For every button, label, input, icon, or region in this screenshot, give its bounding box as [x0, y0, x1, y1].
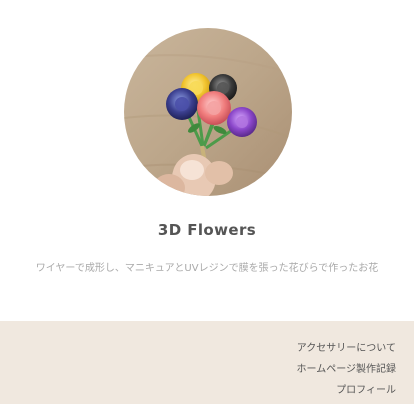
profile-image	[124, 28, 292, 196]
collection-description: ワイヤーで成形し、マニキュアとUVレジンで膜を張った花びらで作ったお花	[35, 263, 379, 274]
collection-title: 3D Flowers	[157, 221, 257, 239]
footer-link-list: アクセサリーについて ホームページ製作記録 プロフィール	[297, 335, 397, 398]
footer-item-profile: プロフィール	[297, 377, 396, 398]
homepage-log-link[interactable]: ホームページ製作記録	[297, 364, 397, 375]
footer-item-accessories: アクセサリーについて	[297, 335, 396, 356]
flower-bouquet-image	[124, 28, 292, 196]
accessories-link[interactable]: アクセサリーについて	[297, 343, 396, 354]
hero-section: 3D Flowers ワイヤーで成形し、マニキュアとUVレジンで膜を張った花びら…	[0, 0, 414, 321]
footer-navigation: アクセサリーについて ホームページ製作記録 プロフィール	[0, 321, 414, 404]
footer-item-homepage-log: ホームページ製作記録	[297, 356, 397, 377]
pink-flower	[197, 91, 231, 125]
navy-flower	[166, 88, 198, 120]
profile-link[interactable]: プロフィール	[336, 385, 396, 396]
purple-flower	[227, 107, 257, 137]
